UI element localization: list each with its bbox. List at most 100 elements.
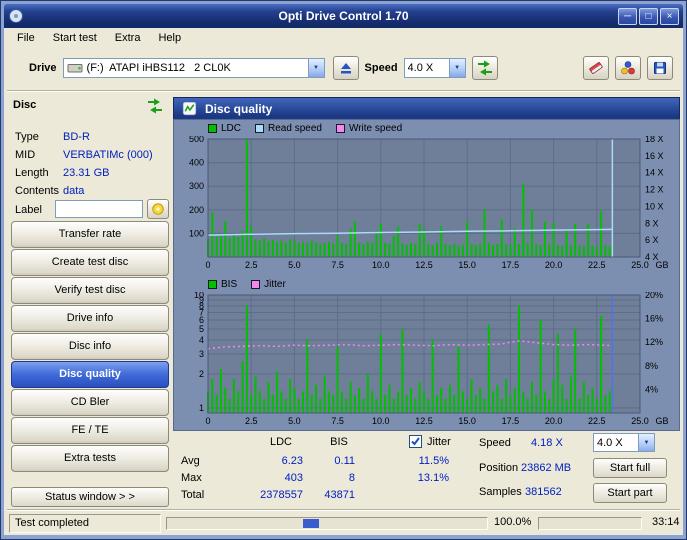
menubar: File Start test Extra Help [4, 28, 683, 48]
chevron-down-icon[interactable]: ▼ [638, 434, 654, 452]
max-bis-value: 8 [305, 472, 355, 484]
sidebar-item-create-test-disc[interactable]: Create test disc [11, 249, 169, 276]
jitter-swatch [251, 280, 260, 289]
menu-start-test[interactable]: Start test [44, 30, 106, 46]
drive-select[interactable]: (F:) ATAPI iHBS112 2 CL0K ▼ [63, 58, 325, 78]
progress-indicator [303, 519, 319, 528]
minimize-button[interactable]: ─ [618, 8, 637, 25]
svg-text:7.5: 7.5 [331, 416, 344, 426]
label-edit-button[interactable] [147, 199, 169, 219]
disc-quality-icon [182, 101, 197, 116]
svg-text:8%: 8% [645, 361, 658, 371]
bis-column-header: BIS [321, 436, 357, 448]
stats-panel: LDC BIS Jitter Avg 6.23 0.11 11.5% Max 4… [173, 431, 680, 509]
page-title: Disc quality [205, 102, 272, 116]
avg-row-label: Avg [181, 455, 200, 467]
sidebar-item-transfer-rate[interactable]: Transfer rate [11, 221, 169, 248]
ldc-column-header: LDC [261, 436, 301, 448]
svg-text:25.0: 25.0 [631, 416, 649, 426]
sidebar-item-disc-quality[interactable]: Disc quality [11, 361, 169, 388]
type-label: Type [15, 131, 39, 143]
svg-text:4%: 4% [645, 384, 658, 394]
svg-text:5.0: 5.0 [288, 416, 301, 426]
label-caption: Label [15, 204, 42, 216]
jitter-checkbox[interactable] [409, 435, 422, 448]
page-title-bar: Disc quality [173, 97, 680, 119]
bis-swatch [208, 280, 217, 289]
progress-percent: 100.0% [494, 516, 531, 528]
legend-item: Jitter [251, 279, 286, 290]
total-ldc-value: 2378557 [247, 489, 303, 501]
ldc-swatch [208, 124, 217, 133]
write-speed-swatch [336, 124, 345, 133]
total-bis-value: 43871 [305, 489, 355, 501]
disc-section-title: Disc [13, 99, 36, 111]
sidebar-item-cd-bler[interactable]: CD Bler [11, 389, 169, 416]
menu-extra[interactable]: Extra [106, 30, 150, 46]
speed-select[interactable]: 4.0 X ▼ [404, 58, 466, 78]
chevron-down-icon[interactable]: ▼ [308, 59, 324, 77]
type-value: BD-R [63, 131, 90, 143]
status-message: Test completed [9, 514, 161, 533]
svg-text:2.5: 2.5 [245, 416, 258, 426]
position-stat-label: Position [479, 462, 518, 474]
read-speed-swatch [255, 124, 264, 133]
window-title: Opti Drive Control 1.70 [4, 9, 683, 23]
speed-stat-value: 4.18 X [531, 437, 563, 449]
svg-text:6 X: 6 X [645, 235, 659, 245]
svg-text:20.0: 20.0 [545, 260, 563, 270]
test-speed-select[interactable]: 4.0 X ▼ [593, 433, 655, 452]
contents-value: data [63, 185, 84, 197]
secondary-progress-bar [538, 517, 642, 530]
start-full-button[interactable]: Start full [593, 458, 667, 478]
close-button[interactable]: × [660, 8, 679, 25]
start-part-button[interactable]: Start part [593, 483, 667, 503]
chevron-down-icon[interactable]: ▼ [449, 59, 465, 77]
label-input[interactable] [55, 200, 143, 218]
erase-disc-button[interactable] [583, 56, 609, 80]
svg-text:10.0: 10.0 [372, 260, 390, 270]
max-jitter-value: 13.1% [401, 472, 449, 484]
ldc-chart-legend: LDCRead speedWrite speed [208, 123, 402, 134]
avg-bis-value: 0.11 [305, 455, 355, 467]
bis-chart-legend: BISJitter [208, 279, 286, 290]
svg-text:10 X: 10 X [645, 201, 664, 211]
status-window-button[interactable]: Status window > > [11, 487, 169, 507]
sidebar-item-fe-te[interactable]: FE / TE [11, 417, 169, 444]
menu-help[interactable]: Help [149, 30, 190, 46]
eject-button[interactable] [333, 56, 359, 80]
svg-text:17.5: 17.5 [502, 416, 520, 426]
app-icon [8, 8, 24, 24]
titlebar: Opti Drive Control 1.70 ─ □ × [4, 4, 683, 28]
sidebar: Disc Type BD-R MID VERBATIMc (000) Lengt… [9, 97, 171, 509]
position-stat-value: 23862 MB [521, 462, 571, 474]
ldc-read-speed-chart: 50040030020010018 X16 X14 X12 X10 X8 X6 … [174, 136, 680, 273]
sidebar-item-verify-test-disc[interactable]: Verify test disc [11, 277, 169, 304]
svg-text:14 X: 14 X [645, 168, 664, 178]
samples-stat-value: 381562 [525, 486, 562, 498]
save-button[interactable] [647, 56, 673, 80]
svg-text:16%: 16% [645, 314, 663, 324]
bis-jitter-chart: 1098765432120%16%12%8%4%02.55.07.510.012… [174, 292, 680, 429]
svg-text:22.5: 22.5 [588, 416, 606, 426]
options-button[interactable] [615, 56, 641, 80]
elapsed-time: 33:14 [652, 516, 680, 528]
sidebar-item-drive-info[interactable]: Drive info [11, 305, 169, 332]
sidebar-item-extra-tests[interactable]: Extra tests [11, 445, 169, 472]
svg-text:15.0: 15.0 [458, 260, 476, 270]
svg-text:16 X: 16 X [645, 151, 664, 161]
jitter-checkbox-label: Jitter [427, 436, 451, 448]
sidebar-item-disc-info[interactable]: Disc info [11, 333, 169, 360]
menu-file[interactable]: File [8, 30, 44, 46]
refresh-disc-icon[interactable] [147, 98, 163, 117]
speed-select-value: 4.0 X [408, 62, 449, 74]
svg-text:12.5: 12.5 [415, 260, 433, 270]
maximize-button[interactable]: □ [639, 8, 658, 25]
svg-text:5.0: 5.0 [288, 260, 301, 270]
refresh-speeds-button[interactable] [472, 56, 498, 80]
contents-label: Contents [15, 185, 59, 197]
svg-text:12.5: 12.5 [415, 416, 433, 426]
svg-text:0: 0 [205, 260, 210, 270]
legend-item: Read speed [255, 123, 322, 134]
statusbar: Test completed 100.0% 33:14 [4, 511, 683, 537]
